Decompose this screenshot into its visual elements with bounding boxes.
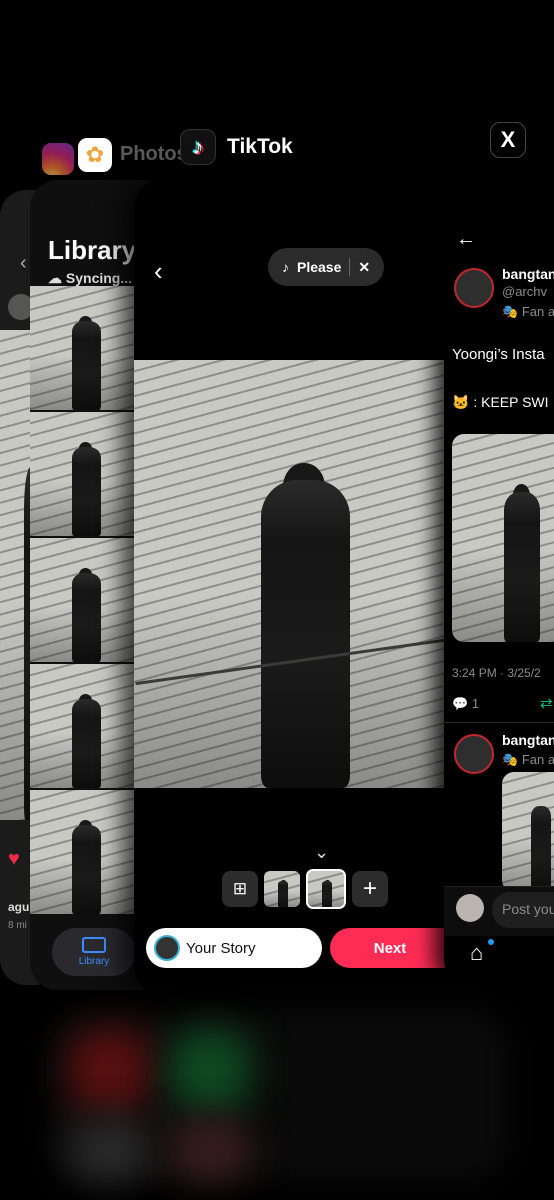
- person-figure: [261, 479, 351, 788]
- photo-thumbnail[interactable]: [30, 538, 134, 662]
- post-time: 8 mi: [8, 920, 27, 931]
- blurred-app-icon: [70, 1120, 150, 1180]
- author-badge: 🎭 Fan a: [502, 304, 554, 319]
- x-app-icon[interactable]: X: [490, 122, 526, 158]
- next-button[interactable]: Next: [330, 928, 452, 968]
- retweet-icon[interactable]: ⇄: [540, 694, 553, 712]
- close-icon[interactable]: ✕: [358, 259, 370, 276]
- photo-thumbnail[interactable]: [264, 871, 300, 907]
- avatar[interactable]: [454, 268, 494, 308]
- sync-status-text: Syncing...: [65, 270, 133, 286]
- post-username: agu: [8, 900, 30, 914]
- library-icon: [82, 937, 106, 953]
- photo-thumbnail[interactable]: [30, 664, 134, 788]
- tab-library[interactable]: Library: [52, 928, 136, 976]
- blurred-app-icon: [170, 1030, 250, 1110]
- instagram-app-icon[interactable]: [42, 143, 74, 175]
- music-label: Please: [297, 259, 342, 275]
- avatar: [456, 894, 484, 922]
- author-handle: @archv: [502, 284, 547, 299]
- add-photo-button[interactable]: +: [352, 871, 388, 907]
- tiktok-app-label: TikTok: [227, 135, 293, 158]
- grid-button[interactable]: ⊞: [222, 871, 258, 907]
- main-photo: [134, 360, 452, 788]
- heart-icon[interactable]: ♥: [8, 848, 20, 871]
- photo-grid: [30, 286, 134, 916]
- back-icon[interactable]: ‹: [20, 252, 27, 275]
- back-arrow-icon[interactable]: ←: [456, 228, 476, 251]
- blurred-app-icon: [70, 1030, 150, 1110]
- music-note-icon: ♪: [282, 259, 289, 275]
- tweet-photo[interactable]: [452, 434, 554, 642]
- chevron-down-icon[interactable]: ⌄: [314, 842, 329, 863]
- photos-app-label: Photos: [120, 143, 188, 165]
- your-story-label: Your Story: [186, 939, 256, 957]
- avatar: [154, 935, 180, 961]
- tweet-text-line2-text: : KEEP SWI: [473, 394, 549, 410]
- back-icon[interactable]: ‹: [154, 256, 163, 287]
- divider: [349, 258, 351, 276]
- x-app-card[interactable]: ← bangtan @archv 🎭 Fan a Yoongi’s Insta …: [444, 212, 554, 987]
- reply-button[interactable]: 💬 1: [452, 696, 479, 712]
- selected-photo-thumbnail[interactable]: [306, 869, 346, 909]
- photos-app-icon[interactable]: ✿: [78, 138, 112, 172]
- home-icon[interactable]: ⌂: [470, 940, 483, 966]
- author-badge-text: Fan a: [521, 304, 554, 319]
- reply-count: 1: [471, 696, 480, 711]
- next-label: Next: [373, 939, 407, 957]
- photo-thumbnail[interactable]: [30, 286, 134, 410]
- photo-thumbnail[interactable]: [30, 790, 134, 914]
- avatar[interactable]: [454, 734, 494, 774]
- grid-icon: ⊞: [232, 879, 248, 898]
- reply-author-badge: 🎭 Fan a: [502, 752, 554, 767]
- blurred-app-icon: [170, 1120, 250, 1180]
- music-selector[interactable]: ♪ Please ✕: [268, 248, 385, 286]
- reply-photo[interactable]: [502, 772, 554, 892]
- tweet-text: Yoongi’s Insta: [452, 346, 545, 363]
- sync-status: ☁ Syncing...: [48, 270, 133, 286]
- reply-author-badge-text: Fan a: [521, 752, 554, 767]
- author-name[interactable]: bangtan: [502, 266, 554, 282]
- tweet-timestamp: 3:24 PM · 3/25/2: [452, 666, 541, 680]
- your-story-button[interactable]: Your Story: [146, 928, 322, 968]
- photo-thumbnail[interactable]: [30, 412, 134, 536]
- notification-dot: [488, 939, 494, 945]
- reply-author-name[interactable]: bangtan: [502, 732, 554, 748]
- reply-input[interactable]: Post you: [492, 892, 554, 928]
- library-title: Library: [48, 235, 137, 265]
- tab-library-label: Library: [78, 956, 110, 967]
- tiktok-app-icon[interactable]: ♪: [180, 129, 216, 165]
- divider: [444, 722, 554, 723]
- tiktok-app-card[interactable]: ‹ ♪ Please ✕ ⌄ ⊞ + Your Story Next: [134, 178, 452, 996]
- tweet-text-line2: 🐱 : KEEP SWI: [452, 394, 549, 410]
